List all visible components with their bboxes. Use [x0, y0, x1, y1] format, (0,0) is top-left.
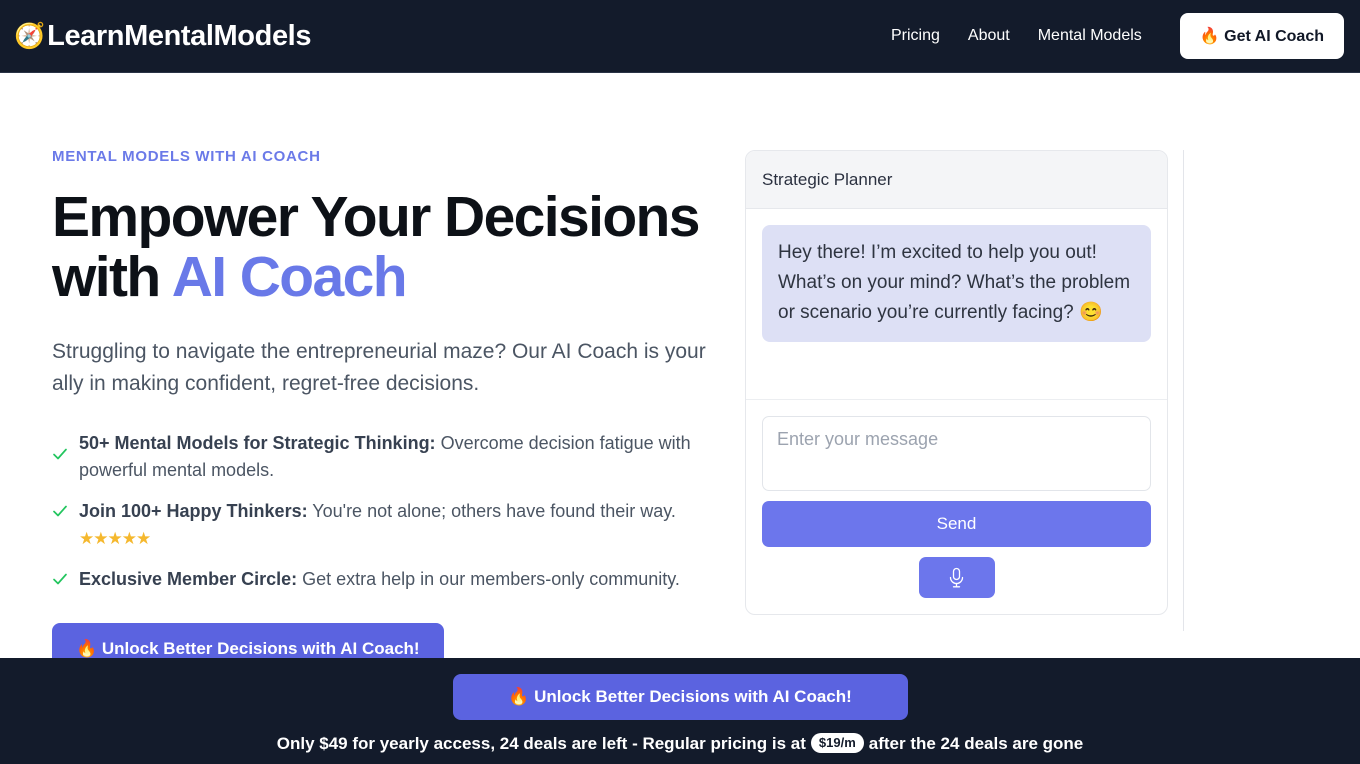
feature-label: Exclusive Member Circle: [79, 568, 298, 589]
nav-item-pricing[interactable]: Pricing [891, 27, 940, 45]
brand-name: LearnMentalModels [47, 19, 312, 52]
hero-eyebrow: MENTAL MODELS WITH AI COACH [52, 148, 321, 165]
regular-price-badge: $19/m [810, 733, 864, 753]
check-icon [53, 448, 67, 459]
bottom-unlock-button[interactable]: 🔥 Unlock Better Decisions with AI Coach! [452, 674, 908, 720]
chat-message-list: Hey there! I’m excited to help you out! … [746, 209, 1167, 400]
headline-accent: AI Coach [171, 245, 408, 310]
get-ai-coach-button[interactable]: 🔥 Get AI Coach [1179, 13, 1344, 59]
hero-chat-column: Strategic Planner Hey there! I’m excited… [745, 148, 1360, 658]
hero-vertical-divider [1183, 150, 1184, 631]
chat-input-area: Send [746, 400, 1167, 614]
pricing-note-before: Only $49 for yearly access, 24 deals are… [276, 734, 806, 753]
bottom-pricing-note: Only $49 for yearly access, 24 deals are… [276, 733, 1084, 754]
star-rating-icon: ★★★★★ [79, 528, 151, 548]
feature-label: 50+ Mental Models for Strategic Thinking… [79, 432, 436, 453]
microphone-icon [949, 567, 964, 587]
chat-bubble-assistant: Hey there! I’m excited to help you out! … [762, 225, 1151, 343]
hero-section: MENTAL MODELS WITH AI COACH Empower Your… [0, 73, 1360, 675]
feature-text: Join 100+ Happy Thinkers: You're not alo… [79, 498, 715, 552]
mic-row [762, 557, 1151, 598]
page-title: Empower Your Decisions with AI Coach [52, 187, 715, 308]
chat-header: Strategic Planner [746, 151, 1167, 209]
feature-text: Exclusive Member Circle: Get extra help … [79, 566, 680, 593]
nav-item-about[interactable]: About [968, 27, 1010, 45]
feature-desc: Get extra help in our members-only commu… [297, 568, 680, 589]
headline-line-2-prefix: with [52, 245, 172, 310]
site-header: 🧭 LearnMentalModels Pricing About Mental… [0, 0, 1360, 73]
bottom-promo-bar: 🔥 Unlock Better Decisions with AI Coach!… [0, 658, 1360, 764]
check-icon [53, 573, 67, 584]
brand-logo-link[interactable]: 🧭 LearnMentalModels [14, 20, 311, 53]
feature-text: 50+ Mental Models for Strategic Thinking… [79, 430, 715, 484]
hero-copy: MENTAL MODELS WITH AI COACH Empower Your… [0, 148, 745, 675]
nav-item-mental-models[interactable]: Mental Models [1038, 27, 1142, 45]
check-icon [53, 505, 67, 516]
hero-subtitle: Struggling to navigate the entrepreneuri… [52, 339, 706, 395]
chat-title: Strategic Planner [762, 169, 893, 189]
headline-line-1: Empower Your Decisions [52, 185, 700, 249]
list-item: Exclusive Member Circle: Get extra help … [52, 566, 715, 593]
feature-label: Join 100+ Happy Thinkers: [79, 500, 308, 521]
message-input[interactable] [762, 416, 1151, 491]
compass-icon: 🧭 [14, 21, 46, 50]
pricing-note-after: after the 24 deals are gone [868, 734, 1084, 753]
send-button[interactable]: Send [762, 501, 1151, 547]
feature-desc: You're not alone; others have found thei… [307, 500, 676, 521]
main-nav: Pricing About Mental Models 🔥 Get AI Coa… [891, 13, 1344, 59]
feature-list: 50+ Mental Models for Strategic Thinking… [52, 430, 715, 593]
list-item: 50+ Mental Models for Strategic Thinking… [52, 430, 715, 484]
ai-coach-chat-widget: Strategic Planner Hey there! I’m excited… [745, 150, 1168, 615]
microphone-button[interactable] [918, 557, 995, 598]
list-item: Join 100+ Happy Thinkers: You're not alo… [52, 498, 715, 552]
